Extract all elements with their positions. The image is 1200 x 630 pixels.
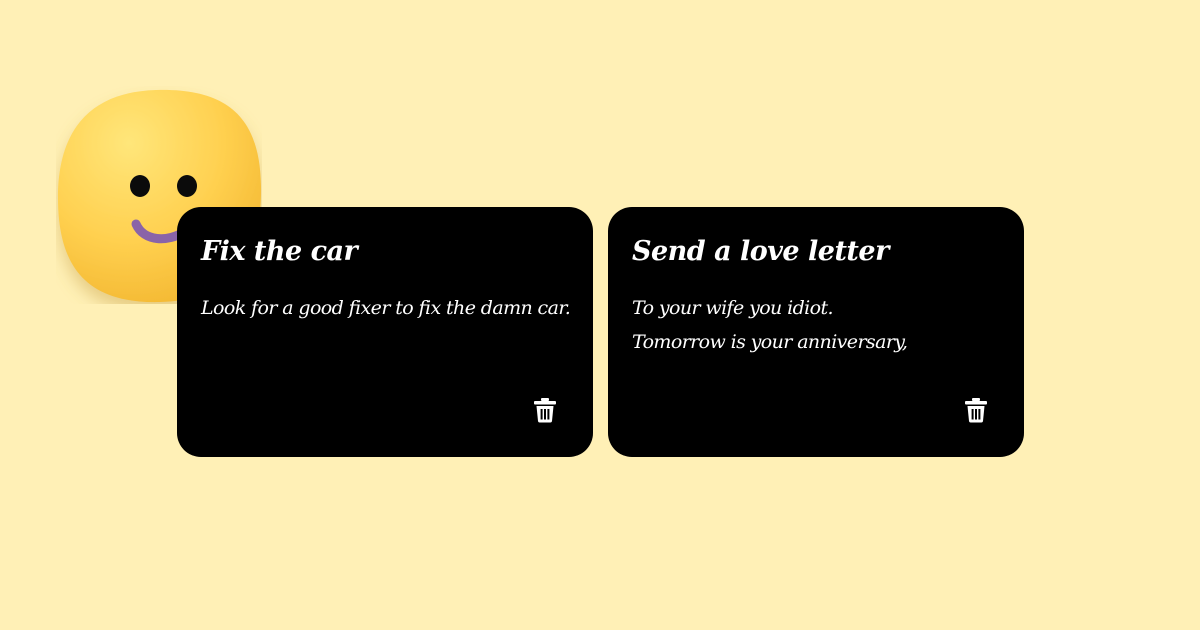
note-body: Look for a good fixer to fix the damn ca… (201, 291, 571, 325)
note-card: Fix the car Look for a good fixer to fix… (177, 207, 593, 457)
note-title: Send a love letter (632, 236, 889, 267)
note-title: Fix the car (201, 236, 358, 267)
note-body: To your wife you idiot. Tomorrow is your… (632, 291, 1000, 359)
trash-icon (965, 398, 987, 423)
note-body-line: Tomorrow is your anniversary, (632, 331, 908, 353)
note-body-line: To your wife you idiot. (632, 297, 834, 319)
note-card: Send a love letter To your wife you idio… (608, 207, 1024, 457)
delete-note-button[interactable] (533, 397, 557, 423)
note-body-line: Look for a good fixer to fix the damn ca… (201, 297, 571, 319)
trash-icon (534, 398, 556, 423)
delete-note-button[interactable] (964, 397, 988, 423)
